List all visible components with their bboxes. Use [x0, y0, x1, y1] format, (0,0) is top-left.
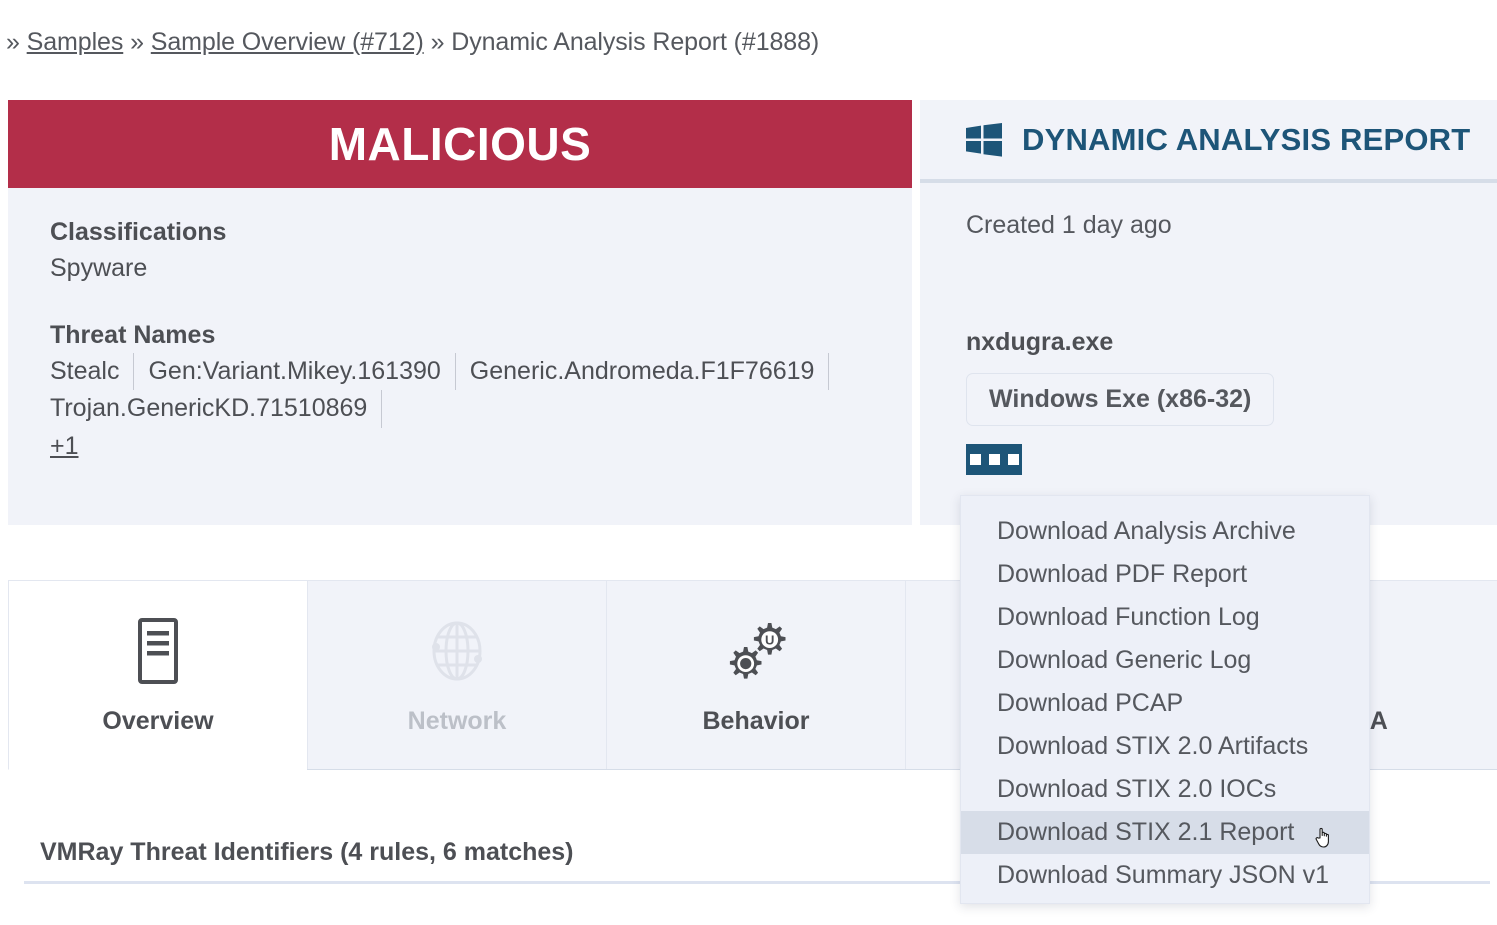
- classifications-value: Spyware: [50, 254, 148, 283]
- threat-names-more-link[interactable]: +1: [50, 432, 79, 461]
- windows-logo-icon: [966, 122, 1002, 157]
- tab-behavior[interactable]: U Behavior: [606, 580, 905, 769]
- threat-name-item: Trojan.GenericKD.71510869: [50, 390, 383, 428]
- menu-item-download-analysis-archive[interactable]: Download Analysis Archive: [961, 510, 1369, 553]
- download-actions-dropdown[interactable]: Download Analysis Archive Download PDF R…: [960, 495, 1370, 904]
- verdict-panel: MALICIOUS Classifications Spyware Threat…: [8, 100, 912, 525]
- breadcrumb-separator-1: »: [130, 28, 144, 56]
- summary-panels: MALICIOUS Classifications Spyware Threat…: [8, 100, 1497, 530]
- threat-name-item: Gen:Variant.Mikey.161390: [148, 352, 456, 391]
- gears-icon: U: [720, 617, 792, 685]
- threat-names-label: Threat Names: [50, 320, 216, 349]
- globe-icon: [424, 617, 490, 685]
- threat-name-item: Generic.Andromeda.F1F76619: [470, 352, 830, 391]
- menu-item-download-stix-20-iocs[interactable]: Download STIX 2.0 IOCs: [961, 768, 1369, 811]
- breadcrumb-separator-2: »: [430, 28, 445, 56]
- mouse-cursor-icon: [1315, 827, 1329, 848]
- dynamic-analysis-report-panel: DYNAMIC ANALYSIS REPORT Created 1 day ag…: [920, 100, 1497, 525]
- threat-name-item: Stealc: [50, 352, 135, 391]
- svg-text:U: U: [765, 632, 774, 647]
- report-panel-body: Created 1 day ago nxdugra.exe Windows Ex…: [920, 183, 1497, 475]
- menu-item-download-pdf-report[interactable]: Download PDF Report: [961, 553, 1369, 596]
- breadcrumb-item-samples[interactable]: Samples: [27, 28, 124, 56]
- tab-label-network: Network: [407, 707, 507, 735]
- dot-icon: [969, 454, 981, 465]
- verdict-label: MALICIOUS: [328, 118, 592, 170]
- breadcrumb-item-current: Dynamic Analysis Report (#1888): [451, 28, 820, 56]
- created-timestamp: Created 1 day ago: [966, 211, 1172, 239]
- tab-overview[interactable]: Overview: [8, 580, 307, 770]
- sample-file-name: nxdugra.exe: [966, 328, 1114, 356]
- verdict-banner: MALICIOUS: [8, 100, 912, 188]
- menu-item-download-function-log[interactable]: Download Function Log: [961, 596, 1369, 639]
- report-panel-header: DYNAMIC ANALYSIS REPORT: [920, 100, 1497, 183]
- threat-names-list: Stealc Gen:Variant.Mikey.161390 Generic.…: [50, 352, 850, 428]
- tab-label-overview: Overview: [102, 707, 214, 735]
- breadcrumb: » Samples » Sample Overview (#712) » Dyn…: [0, 0, 1497, 57]
- menu-item-label: Download STIX 2.1 Report: [997, 818, 1295, 846]
- more-actions-button[interactable]: [966, 444, 1022, 475]
- file-type-badge: Windows Exe (x86-32): [966, 373, 1275, 426]
- breadcrumb-item-sample-overview[interactable]: Sample Overview (#712): [151, 28, 424, 56]
- tab-label-behavior: Behavior: [702, 707, 810, 735]
- dot-icon: [988, 454, 1000, 465]
- verdict-body: Classifications Spyware Threat Names Ste…: [8, 188, 912, 461]
- menu-item-download-stix-21-report[interactable]: Download STIX 2.1 Report: [961, 811, 1369, 854]
- breadcrumb-separator-0: »: [6, 28, 20, 56]
- menu-item-download-summary-json-v1[interactable]: Download Summary JSON v1: [961, 854, 1369, 897]
- report-panel-title: DYNAMIC ANALYSIS REPORT: [1022, 121, 1471, 157]
- menu-item-download-generic-log[interactable]: Download Generic Log: [961, 639, 1369, 682]
- tab-network[interactable]: Network: [307, 580, 606, 769]
- document-icon: [132, 617, 184, 685]
- classifications-label: Classifications: [50, 218, 227, 246]
- menu-item-download-stix-20-artifacts[interactable]: Download STIX 2.0 Artifacts: [961, 725, 1369, 768]
- menu-item-download-pcap[interactable]: Download PCAP: [961, 682, 1369, 725]
- dot-icon: [1007, 454, 1019, 465]
- verdict-spacer: [50, 287, 870, 317]
